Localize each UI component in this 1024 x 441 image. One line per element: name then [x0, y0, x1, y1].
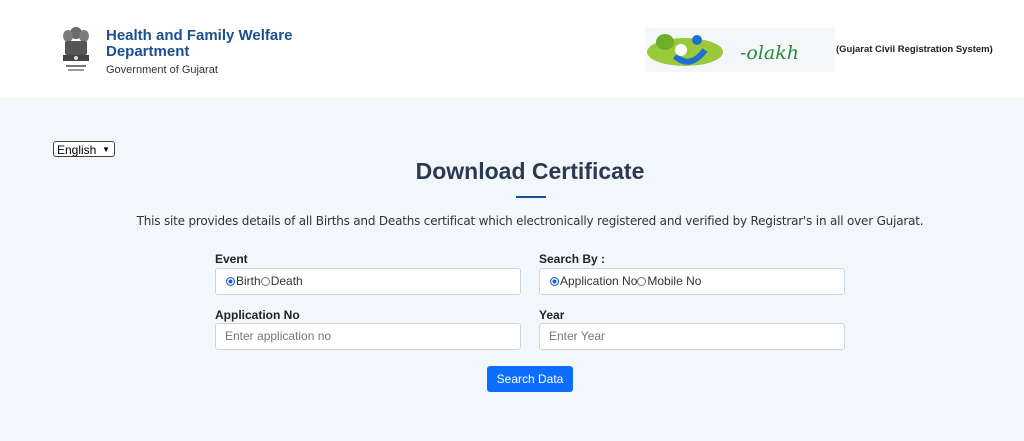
- event-radio-group: Birth Death: [215, 268, 521, 295]
- application-no-input[interactable]: Enter application no: [215, 323, 521, 350]
- olakh-logo: -olakh: [645, 28, 835, 72]
- chevron-down-icon: ▼: [102, 145, 110, 154]
- page-title: Download Certificate: [415, 158, 645, 184]
- olakh-logo-text: -olakh: [740, 42, 800, 64]
- radio-mobile-no-label[interactable]: Mobile No: [647, 274, 701, 288]
- searchby-radio-group: Application No Mobile No: [539, 268, 845, 295]
- radio-mobile-no[interactable]: [637, 277, 647, 287]
- system-name: (Gujarat Civil Registration System): [836, 44, 993, 55]
- search-data-button[interactable]: Search Data: [487, 366, 573, 392]
- year-input[interactable]: Enter Year: [539, 323, 845, 350]
- page-description: This site provides details of all Births…: [136, 214, 924, 228]
- department-line-2: Department: [106, 43, 190, 60]
- government-name: Government of Gujarat: [106, 64, 218, 76]
- event-label: Event: [215, 252, 248, 266]
- application-no-label: Application No: [215, 308, 300, 322]
- radio-birth-label[interactable]: Birth: [236, 274, 261, 288]
- language-select[interactable]: English ▼: [53, 141, 115, 157]
- searchby-label: Search By :: [539, 252, 606, 266]
- radio-application-no-label[interactable]: Application No: [560, 274, 637, 288]
- radio-death-label[interactable]: Death: [271, 274, 303, 288]
- radio-birth[interactable]: [226, 277, 235, 287]
- year-placeholder: Enter Year: [549, 329, 606, 343]
- language-selected-value: English: [57, 143, 97, 157]
- department-name: Health and Family Welfare Department Gov…: [106, 27, 293, 77]
- site-header: Health and Family Welfare Department Gov…: [0, 0, 1024, 98]
- year-label: Year: [539, 308, 565, 322]
- olakh-logo-icon: [647, 34, 723, 66]
- national-emblem-icon: [63, 27, 89, 71]
- title-underline: [516, 196, 546, 198]
- department-line-1: Health and Family Welfare: [106, 27, 293, 44]
- application-no-placeholder: Enter application no: [225, 329, 332, 343]
- radio-application-no[interactable]: [550, 277, 559, 287]
- radio-death[interactable]: [260, 277, 270, 287]
